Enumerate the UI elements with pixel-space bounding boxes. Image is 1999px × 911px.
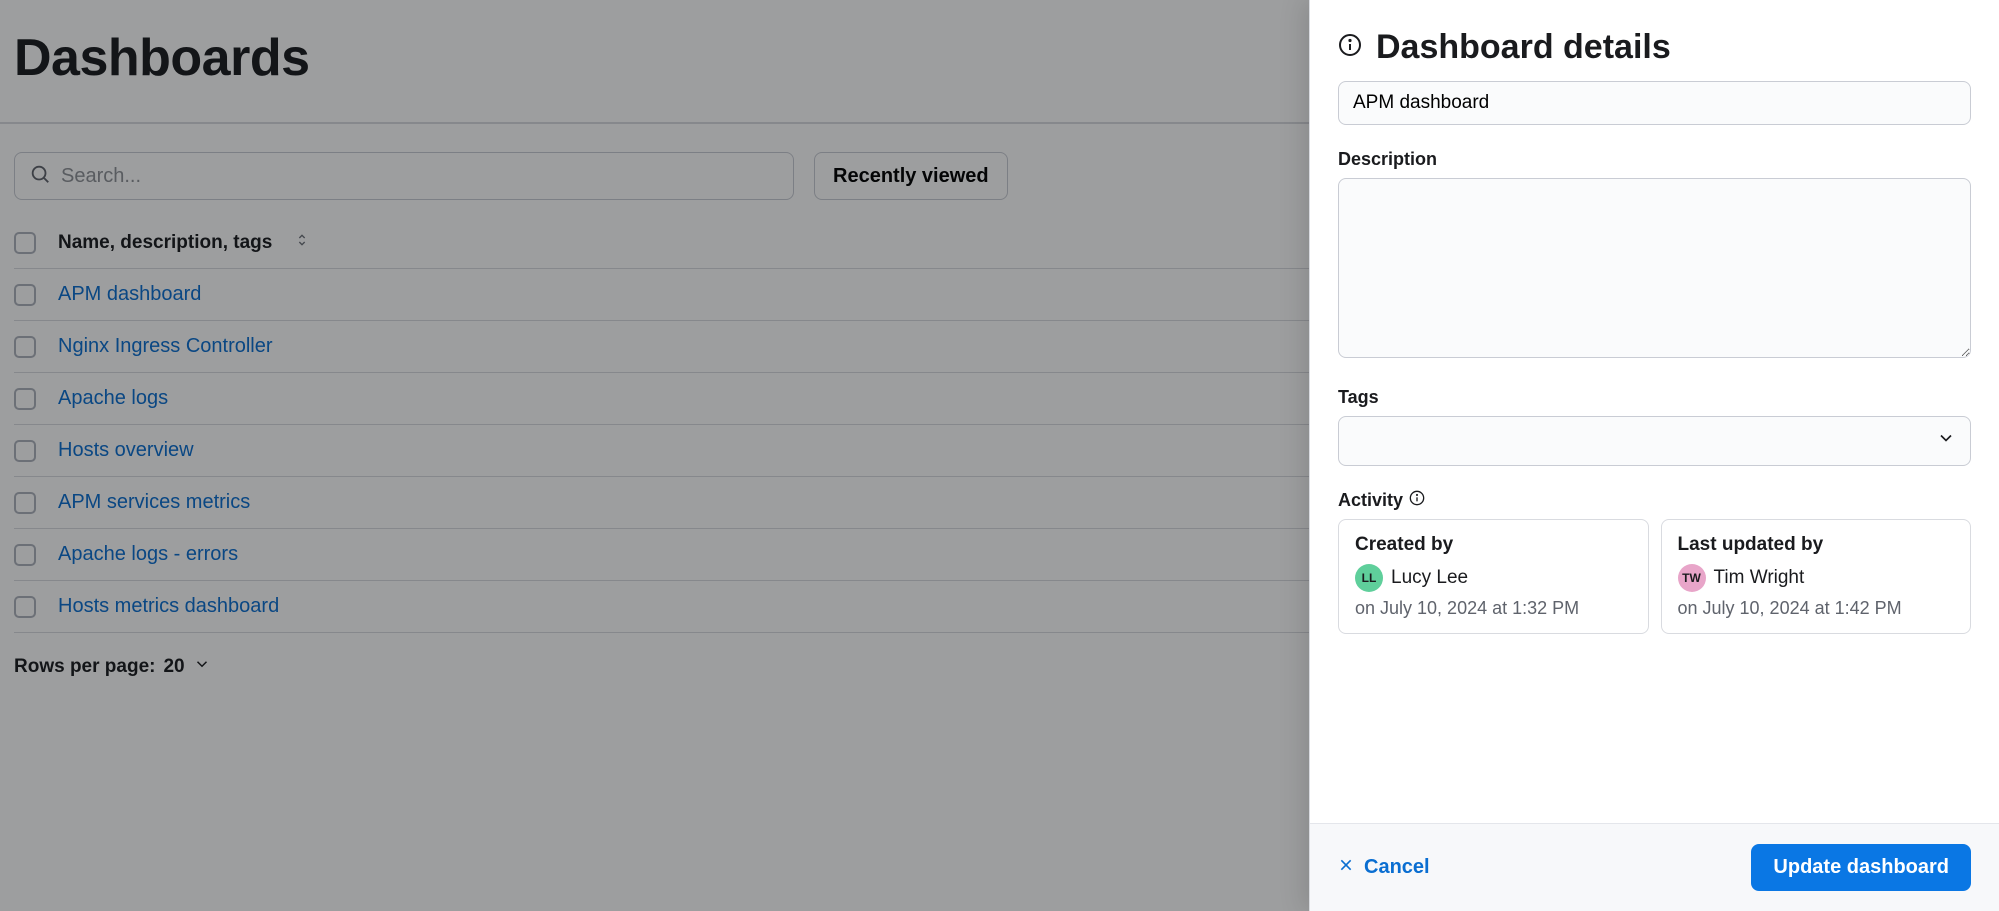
info-icon — [1409, 490, 1425, 511]
user-name: Tim Wright — [1714, 567, 1805, 589]
created-by-date: on July 10, 2024 at 1:32 PM — [1355, 598, 1632, 619]
created-by-card: Created by LL Lucy Lee on July 10, 2024 … — [1338, 519, 1649, 634]
created-by-user: LL Lucy Lee — [1355, 564, 1632, 592]
panel-body: Dashboard details Description Tags Activ… — [1310, 0, 1999, 823]
updated-by-user: TW Tim Wright — [1678, 564, 1955, 592]
cancel-label: Cancel — [1364, 856, 1430, 879]
created-by-label: Created by — [1355, 534, 1632, 556]
info-icon — [1338, 33, 1362, 62]
updated-by-label: Last updated by — [1678, 534, 1955, 556]
updated-by-date: on July 10, 2024 at 1:42 PM — [1678, 598, 1955, 619]
activity-grid: Created by LL Lucy Lee on July 10, 2024 … — [1338, 519, 1971, 634]
description-label: Description — [1338, 149, 1971, 170]
update-dashboard-button[interactable]: Update dashboard — [1751, 844, 1971, 891]
activity-label-text: Activity — [1338, 490, 1403, 511]
dashboard-details-panel: Dashboard details Description Tags Activ… — [1309, 0, 1999, 911]
tags-label: Tags — [1338, 387, 1971, 408]
user-name: Lucy Lee — [1391, 567, 1468, 589]
chevron-down-icon — [1936, 428, 1956, 454]
activity-label: Activity — [1338, 490, 1971, 511]
updated-by-card: Last updated by TW Tim Wright on July 10… — [1661, 519, 1972, 634]
tags-select[interactable] — [1338, 416, 1971, 466]
avatar: TW — [1678, 564, 1706, 592]
cancel-button[interactable]: Cancel — [1338, 856, 1430, 879]
close-icon — [1338, 856, 1354, 879]
avatar: LL — [1355, 564, 1383, 592]
description-textarea[interactable] — [1338, 178, 1971, 358]
dashboard-name-input[interactable] — [1338, 81, 1971, 125]
panel-title: Dashboard details — [1376, 28, 1671, 67]
panel-footer: Cancel Update dashboard — [1310, 823, 1999, 911]
panel-header: Dashboard details — [1338, 28, 1971, 67]
